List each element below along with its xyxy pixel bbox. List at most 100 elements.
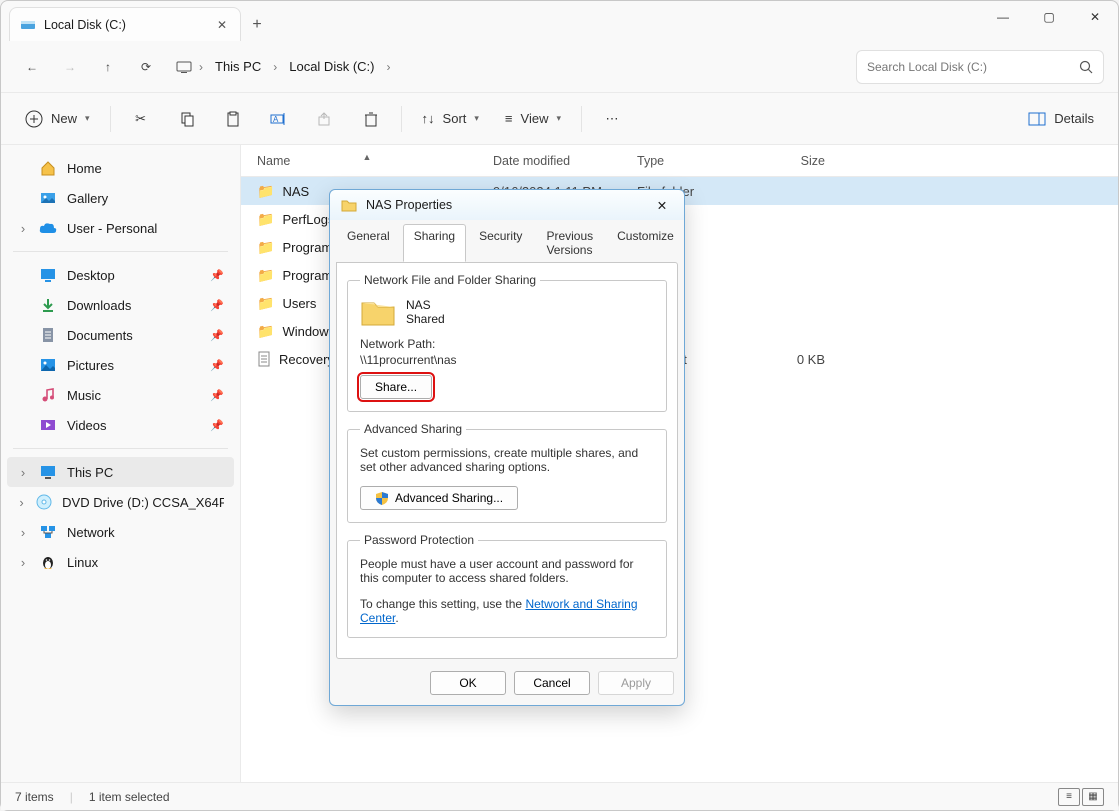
sidebar-item-music[interactable]: Music📌 xyxy=(7,380,234,410)
tab-customize[interactable]: Customize xyxy=(606,224,685,262)
network-path-label: Network Path: xyxy=(360,337,654,351)
crumb-drive[interactable]: Local Disk (C:) xyxy=(281,55,382,78)
documents-icon xyxy=(39,326,57,344)
sidebar-item-pictures[interactable]: Pictures📌 xyxy=(7,350,234,380)
address-bar: ← → ↑ ⟳ › This PC › Local Disk (C:) › Se… xyxy=(1,41,1118,93)
sidebar-item-documents[interactable]: Documents📌 xyxy=(7,320,234,350)
shield-icon xyxy=(375,491,389,505)
up-button[interactable]: ↑ xyxy=(91,50,125,84)
folder-large-icon xyxy=(360,297,396,327)
tab-close-icon[interactable]: ✕ xyxy=(214,18,230,32)
minimize-button[interactable]: — xyxy=(980,1,1026,33)
password-change-line: To change this setting, use the Network … xyxy=(360,597,654,625)
maximize-button[interactable]: ▢ xyxy=(1026,1,1072,33)
new-tab-button[interactable]: + xyxy=(241,9,273,41)
paste-button[interactable] xyxy=(213,102,253,136)
sidebar-item-user[interactable]: › User - Personal xyxy=(7,213,234,243)
pin-icon: 📌 xyxy=(210,329,224,342)
col-date[interactable]: Date modified xyxy=(493,154,637,168)
back-button[interactable]: ← xyxy=(15,50,49,84)
folder-icon: 📁 xyxy=(257,323,274,340)
pin-icon: 📌 xyxy=(210,269,224,282)
view-details-button[interactable]: ≡ xyxy=(1058,788,1080,806)
advanced-sharing-button[interactable]: Advanced Sharing... xyxy=(360,486,518,510)
clipboard-icon xyxy=(225,111,241,127)
scissors-icon: ✂ xyxy=(135,111,146,127)
folder-icon: 📁 xyxy=(257,183,274,200)
sidebar-item-thispc[interactable]: › This PC xyxy=(7,457,234,487)
sidebar-item-home[interactable]: Home xyxy=(7,153,234,183)
sidebar-item-gallery[interactable]: Gallery xyxy=(7,183,234,213)
details-button[interactable]: Details xyxy=(1018,102,1104,136)
dialog-body: Network File and Folder Sharing NAS Shar… xyxy=(336,262,678,659)
videos-icon xyxy=(39,416,57,434)
sidebar-item-desktop[interactable]: Desktop📌 xyxy=(7,260,234,290)
chevron-right-icon: › xyxy=(271,60,279,74)
pin-icon: 📌 xyxy=(210,299,224,312)
chevron-down-icon: ▾ xyxy=(85,113,90,124)
more-button[interactable]: ⋯ xyxy=(592,102,632,136)
dialog-footer: OK Cancel Apply xyxy=(330,665,684,705)
cut-button[interactable]: ✂ xyxy=(121,102,161,136)
share-button[interactable]: Share... xyxy=(360,375,432,399)
sidebar-item-downloads[interactable]: Downloads📌 xyxy=(7,290,234,320)
desktop-icon xyxy=(39,266,57,284)
apply-button[interactable]: Apply xyxy=(598,671,674,695)
search-input[interactable]: Search Local Disk (C:) xyxy=(856,50,1104,84)
share-state: Shared xyxy=(406,312,445,326)
pc-icon xyxy=(173,50,195,84)
col-size[interactable]: Size xyxy=(755,154,835,168)
plus-circle-icon xyxy=(25,110,43,128)
downloads-icon xyxy=(39,296,57,314)
drive-icon xyxy=(20,17,36,33)
home-icon xyxy=(39,159,57,177)
ok-button[interactable]: OK xyxy=(430,671,506,695)
group-network-sharing: Network File and Folder Sharing NAS Shar… xyxy=(347,273,667,412)
dialog-close-button[interactable]: ✕ xyxy=(650,198,674,213)
dialog-titlebar[interactable]: NAS Properties ✕ xyxy=(330,190,684,220)
cancel-button[interactable]: Cancel xyxy=(514,671,590,695)
dialog-tabs: General Sharing Security Previous Versio… xyxy=(330,220,684,262)
music-icon xyxy=(39,386,57,404)
chevron-down-icon: ▾ xyxy=(556,113,561,124)
rename-button[interactable]: A xyxy=(259,102,299,136)
tab-general[interactable]: General xyxy=(336,224,401,262)
tab-security[interactable]: Security xyxy=(468,224,533,262)
sidebar-item-network[interactable]: › Network xyxy=(7,517,234,547)
crumb-thispc[interactable]: This PC xyxy=(207,55,269,78)
sort-button[interactable]: ↑↓ Sort ▾ xyxy=(412,102,489,136)
textfile-icon xyxy=(257,351,271,367)
close-button[interactable]: ✕ xyxy=(1072,1,1118,33)
col-type[interactable]: Type xyxy=(637,154,755,168)
sidebar-item-dvd[interactable]: › DVD Drive (D:) CCSA_X64FRE_EN- xyxy=(7,487,234,517)
window-tab[interactable]: Local Disk (C:) ✕ xyxy=(9,7,241,41)
svg-text:A: A xyxy=(273,115,279,124)
tab-sharing[interactable]: Sharing xyxy=(403,224,466,262)
new-button[interactable]: New ▾ xyxy=(15,102,100,136)
view-button[interactable]: ≡ View ▾ xyxy=(495,102,571,136)
share-icon xyxy=(317,111,333,127)
column-headers[interactable]: ▲Name Date modified Type Size xyxy=(241,145,1118,177)
password-desc: People must have a user account and pass… xyxy=(360,557,654,585)
forward-button[interactable]: → xyxy=(53,50,87,84)
sidebar-item-videos[interactable]: Videos📌 xyxy=(7,410,234,440)
breadcrumb[interactable]: › This PC › Local Disk (C:) › xyxy=(173,50,852,84)
sort-asc-icon: ▲ xyxy=(363,152,372,162)
folder-icon: 📁 xyxy=(257,211,274,228)
copy-button[interactable] xyxy=(167,102,207,136)
share-button[interactable] xyxy=(305,102,345,136)
delete-button[interactable] xyxy=(351,102,391,136)
pictures-icon xyxy=(39,356,57,374)
refresh-button[interactable]: ⟳ xyxy=(129,50,163,84)
col-name[interactable]: ▲Name xyxy=(241,154,493,168)
sidebar-item-linux[interactable]: › Linux xyxy=(7,547,234,577)
status-selected: 1 item selected xyxy=(89,790,170,804)
folder-icon: 📁 xyxy=(257,239,274,256)
disc-icon xyxy=(36,493,52,511)
folder-icon: 📁 xyxy=(257,267,274,284)
view-icons-button[interactable]: ▦ xyxy=(1082,788,1104,806)
penguin-icon xyxy=(39,553,57,571)
advanced-desc: Set custom permissions, create multiple … xyxy=(360,446,654,474)
onedrive-icon xyxy=(39,219,57,237)
tab-previous-versions[interactable]: Previous Versions xyxy=(535,224,604,262)
